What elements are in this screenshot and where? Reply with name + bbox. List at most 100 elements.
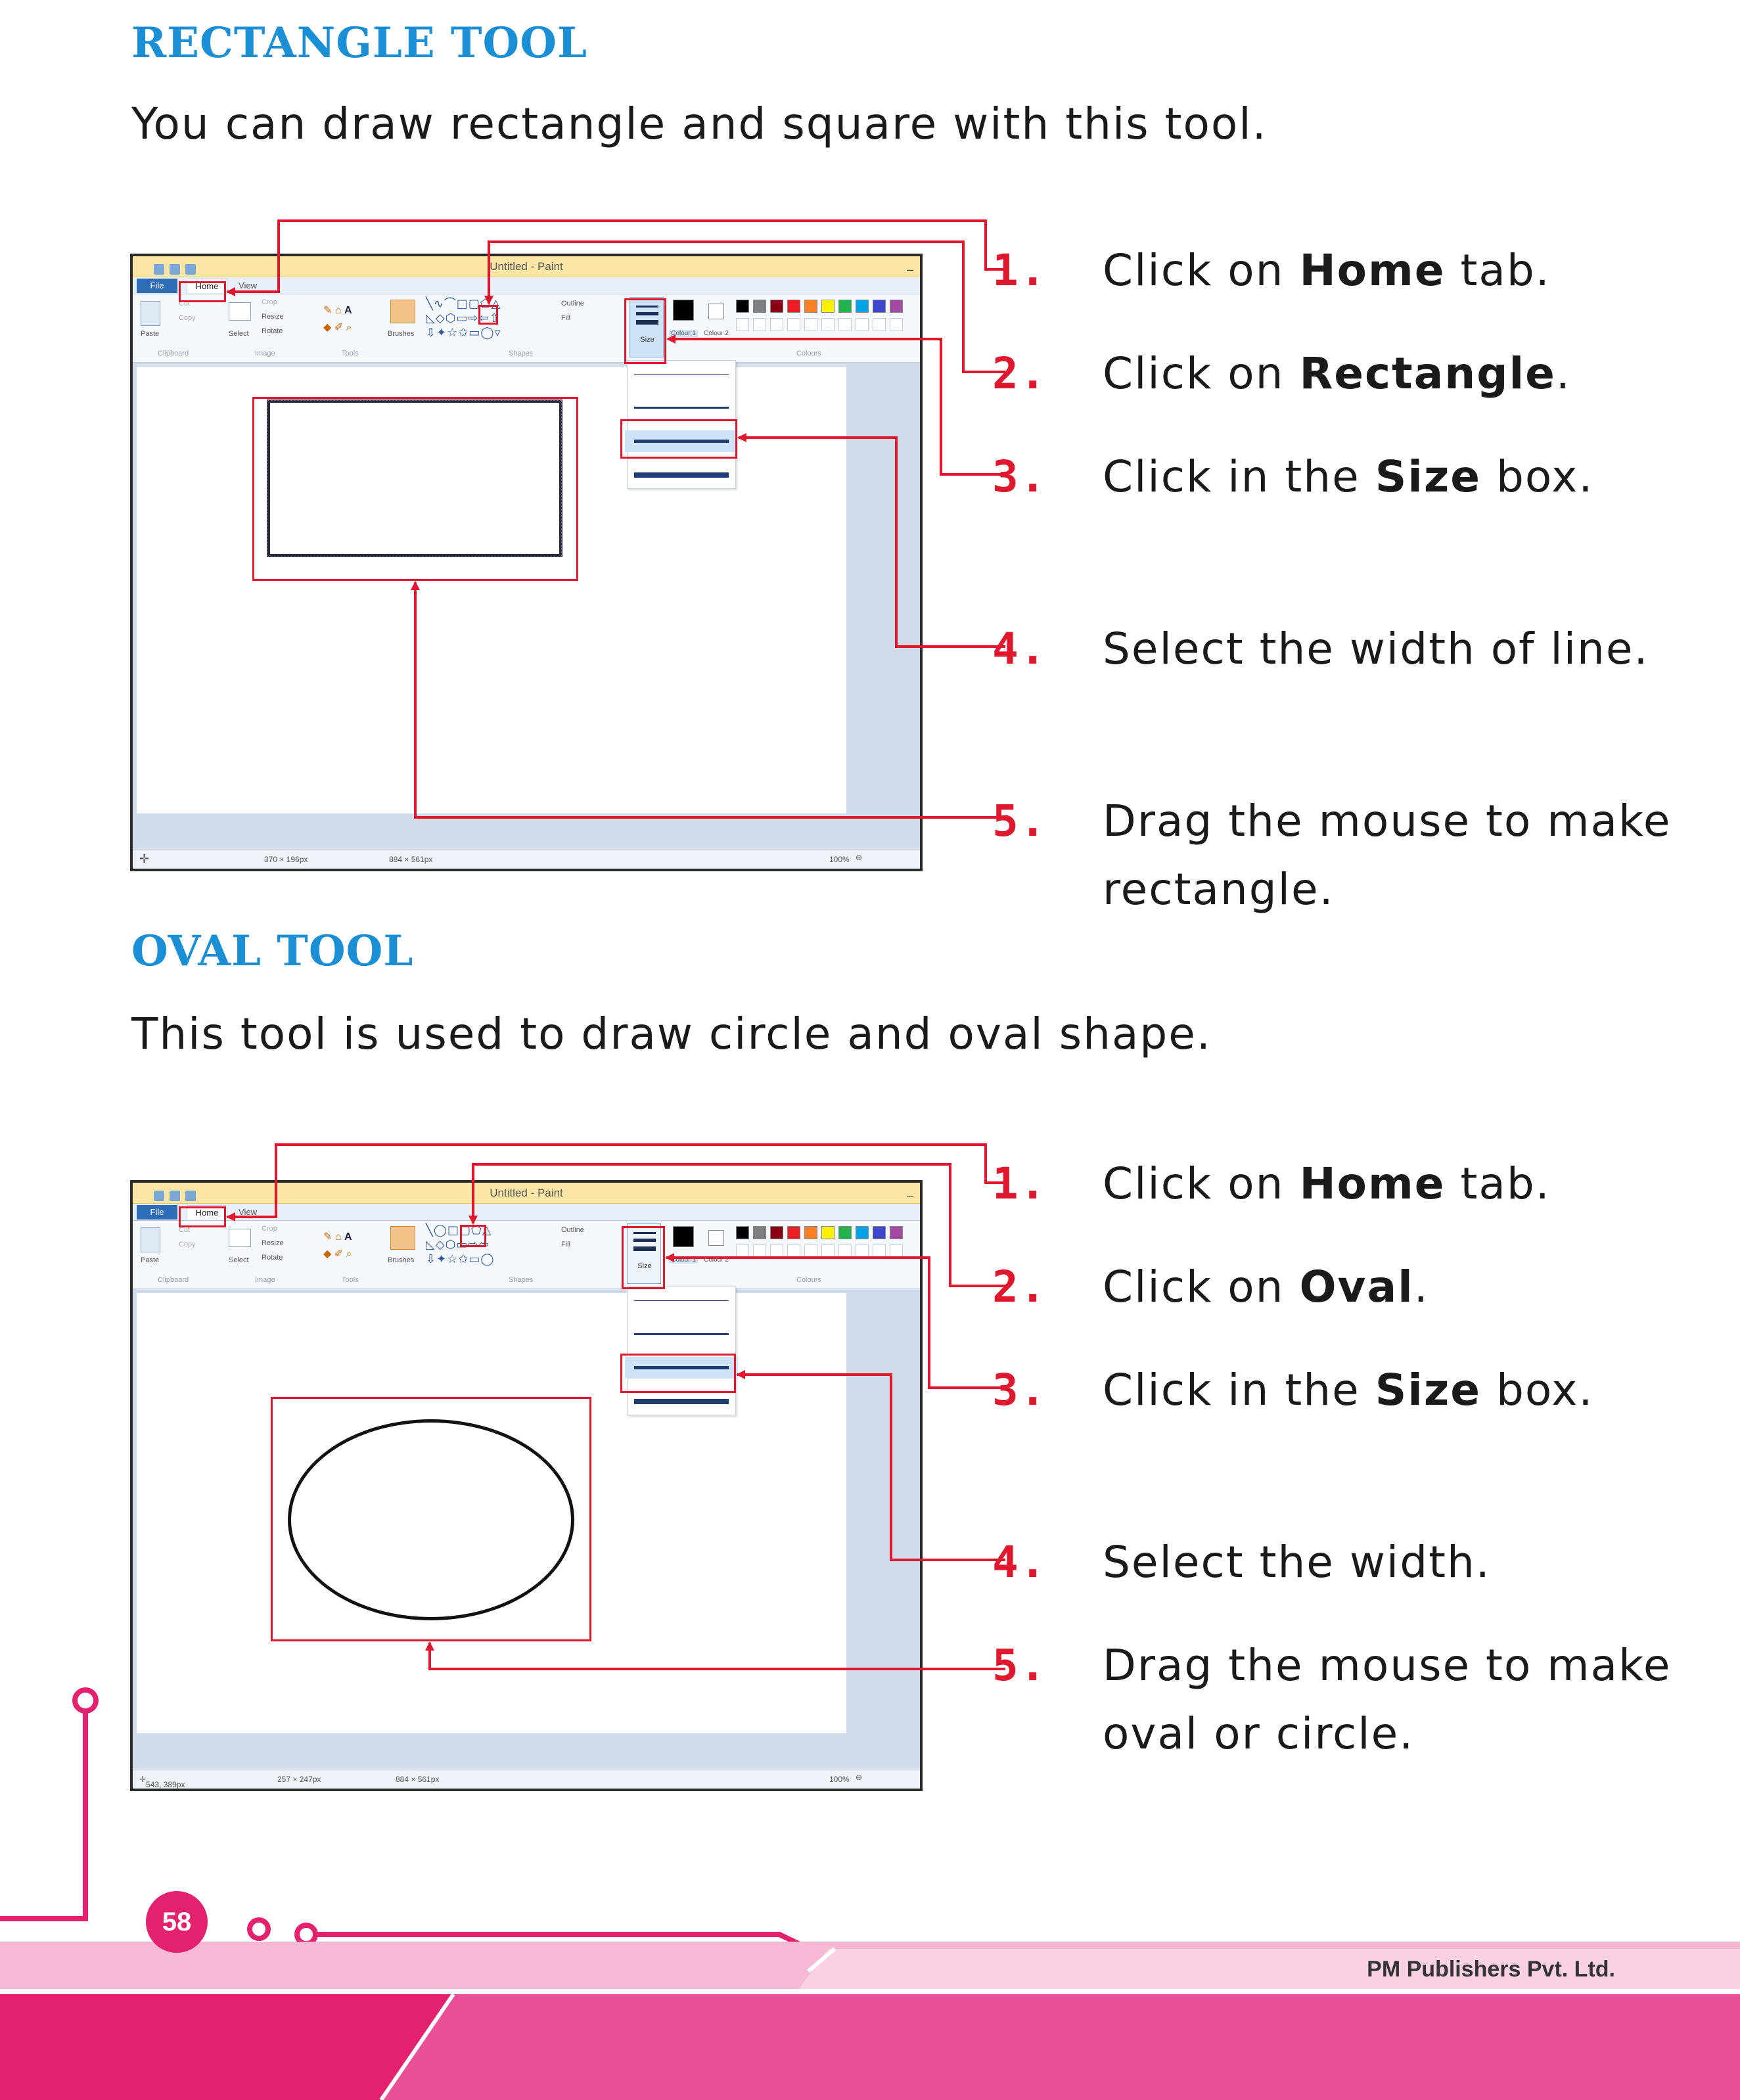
step-text: Click in the Size box. — [1103, 451, 1594, 502]
palette-empty-swatch[interactable] — [890, 318, 903, 331]
crop-button[interactable]: Crop — [262, 298, 277, 306]
palette-swatch[interactable] — [838, 300, 852, 313]
palette-swatch[interactable] — [787, 1226, 800, 1239]
status-selection-size: 370 × 196px — [264, 855, 308, 864]
palette-empty-swatch[interactable] — [736, 318, 749, 331]
colour1-swatch[interactable] — [673, 300, 694, 321]
palette-empty-swatch[interactable] — [873, 1244, 886, 1258]
palette-empty-swatch[interactable] — [890, 1244, 903, 1258]
line-width-1[interactable] — [634, 374, 729, 375]
colour-palette[interactable] — [736, 298, 920, 338]
line-width-4[interactable] — [634, 1399, 729, 1404]
palette-swatch[interactable] — [770, 300, 783, 313]
palette-swatch[interactable] — [890, 1226, 903, 1239]
palette-empty-swatch[interactable] — [736, 1244, 749, 1258]
resize-button[interactable]: Resize — [262, 313, 284, 321]
highlight-rectangle-shape — [478, 305, 498, 325]
palette-empty-swatch[interactable] — [821, 318, 835, 331]
status-canvas-size: 884 × 561px — [396, 1775, 440, 1784]
paste-icon[interactable] — [141, 301, 160, 326]
colour-palette[interactable] — [736, 1225, 920, 1264]
resize-button[interactable]: Resize — [262, 1239, 284, 1247]
rotate-button[interactable]: Rotate — [262, 1254, 283, 1262]
palette-swatch[interactable] — [770, 1226, 783, 1239]
palette-empty-swatch[interactable] — [770, 1244, 783, 1258]
zoom-out-icon[interactable]: ⊖ — [856, 1773, 862, 1782]
eraser-icon[interactable]: ◆ ✐ ⌕ — [323, 1247, 352, 1260]
colour2-swatch[interactable] — [708, 1230, 724, 1246]
palette-swatch[interactable] — [804, 300, 817, 313]
palette-swatch[interactable] — [736, 1226, 749, 1239]
ribbon: Paste Cut Copy Clipboard Select Crop Res… — [133, 1221, 920, 1289]
palette-empty-swatch[interactable] — [838, 1244, 852, 1258]
rotate-button[interactable]: Rotate — [262, 327, 283, 335]
title-bar: Untitled - Paint – — [133, 256, 920, 277]
copy-button[interactable]: Copy — [179, 1241, 196, 1248]
ribbon-tabs: File Home View — [133, 1204, 920, 1221]
outline-button[interactable]: Outline — [561, 300, 584, 308]
tab-view[interactable]: View — [231, 1205, 264, 1220]
palette-empty-swatch[interactable] — [873, 318, 886, 331]
palette-empty-swatch[interactable] — [821, 1244, 835, 1258]
brushes-icon[interactable] — [390, 1226, 415, 1250]
outline-button[interactable]: Outline — [561, 1226, 584, 1234]
status-selection-size: 257 × 247px — [277, 1775, 321, 1784]
oval-tool-intro: This tool is used to draw circle and ova… — [131, 1009, 1212, 1059]
palette-swatch[interactable] — [753, 300, 766, 313]
palette-swatch[interactable] — [804, 1226, 817, 1239]
palette-swatch[interactable] — [873, 1226, 886, 1239]
paste-label: Paste — [141, 1256, 160, 1264]
palette-empty-swatch[interactable] — [787, 318, 800, 331]
quick-access-toolbar[interactable] — [138, 1187, 217, 1201]
move-icon: ✛ — [139, 852, 150, 865]
palette-swatch[interactable] — [736, 300, 749, 313]
status-zoom: 100% — [829, 855, 850, 864]
colour2-swatch[interactable] — [708, 304, 724, 319]
tab-file[interactable]: File — [137, 279, 177, 293]
footer-band — [0, 1994, 1740, 2100]
line-width-1[interactable] — [634, 1300, 729, 1301]
palette-empty-swatch[interactable] — [770, 318, 783, 331]
palette-swatch[interactable] — [856, 1226, 869, 1239]
palette-empty-swatch[interactable] — [856, 318, 869, 331]
fill-button[interactable]: Fill — [561, 1241, 570, 1248]
palette-swatch[interactable] — [856, 300, 869, 313]
palette-empty-swatch[interactable] — [856, 1244, 869, 1258]
palette-empty-swatch[interactable] — [787, 1244, 800, 1258]
select-icon[interactable] — [229, 1229, 251, 1247]
ribbon-tabs: File Home View — [133, 277, 920, 294]
quick-access-toolbar[interactable] — [138, 261, 217, 275]
line-width-4[interactable] — [634, 472, 729, 478]
step-number: 4. — [992, 624, 1047, 674]
fill-button[interactable]: Fill — [561, 314, 570, 322]
palette-swatch[interactable] — [821, 1226, 835, 1239]
zoom-out-icon[interactable]: ⊖ — [856, 853, 862, 862]
line-width-2[interactable] — [634, 1333, 729, 1335]
palette-swatch[interactable] — [753, 1226, 766, 1239]
status-bar: ✛ 543, 389px 257 × 247px 884 × 561px 100… — [133, 1769, 920, 1789]
palette-swatch[interactable] — [821, 300, 835, 313]
colour1-swatch[interactable] — [673, 1226, 694, 1247]
paste-icon[interactable] — [141, 1227, 160, 1252]
palette-swatch[interactable] — [890, 300, 903, 313]
line-width-2[interactable] — [634, 407, 729, 409]
palette-swatch[interactable] — [838, 1226, 852, 1239]
palette-empty-swatch[interactable] — [838, 318, 852, 331]
pencil-icon[interactable]: ✎ ⌂ A — [323, 1230, 352, 1243]
tab-file[interactable]: File — [137, 1205, 177, 1220]
eraser-icon[interactable]: ◆ ✐ ⌕ — [323, 321, 352, 334]
step-number: 5. — [992, 796, 1047, 846]
brushes-icon[interactable] — [390, 300, 415, 323]
palette-empty-swatch[interactable] — [753, 1244, 766, 1258]
palette-swatch[interactable] — [873, 300, 886, 313]
crop-button[interactable]: Crop — [262, 1225, 277, 1233]
step-text: Click in the Size box. — [1103, 1365, 1594, 1415]
select-icon[interactable] — [229, 302, 251, 321]
palette-empty-swatch[interactable] — [804, 318, 817, 331]
tab-view[interactable]: View — [231, 279, 264, 293]
pencil-icon[interactable]: ✎ ⌂ A — [323, 304, 352, 317]
copy-button[interactable]: Copy — [179, 314, 196, 322]
palette-empty-swatch[interactable] — [804, 1244, 817, 1258]
palette-swatch[interactable] — [787, 300, 800, 313]
palette-empty-swatch[interactable] — [753, 318, 766, 331]
